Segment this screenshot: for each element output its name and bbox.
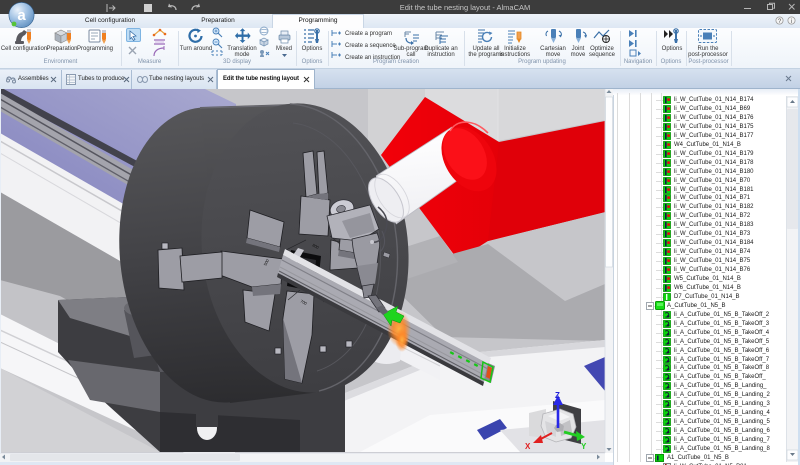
svg-text:i: i [791,19,792,25]
svg-text:Z: Z [555,391,560,400]
svg-text:X: X [525,442,531,451]
svg-text:a: a [17,7,26,24]
svg-text:Y: Y [581,442,587,451]
